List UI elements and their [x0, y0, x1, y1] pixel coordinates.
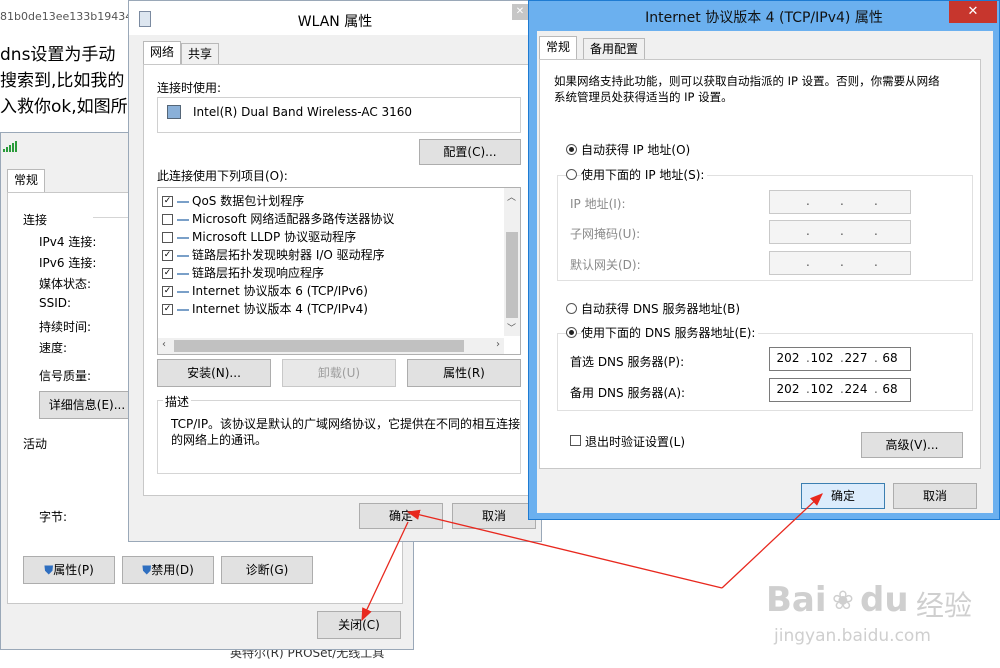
arrow-to-ipv4-ok — [721, 493, 823, 589]
arrow-to-ok — [406, 509, 723, 589]
annotation-arrows — [361, 493, 823, 622]
arrow-from-ok-to-close — [361, 521, 409, 622]
